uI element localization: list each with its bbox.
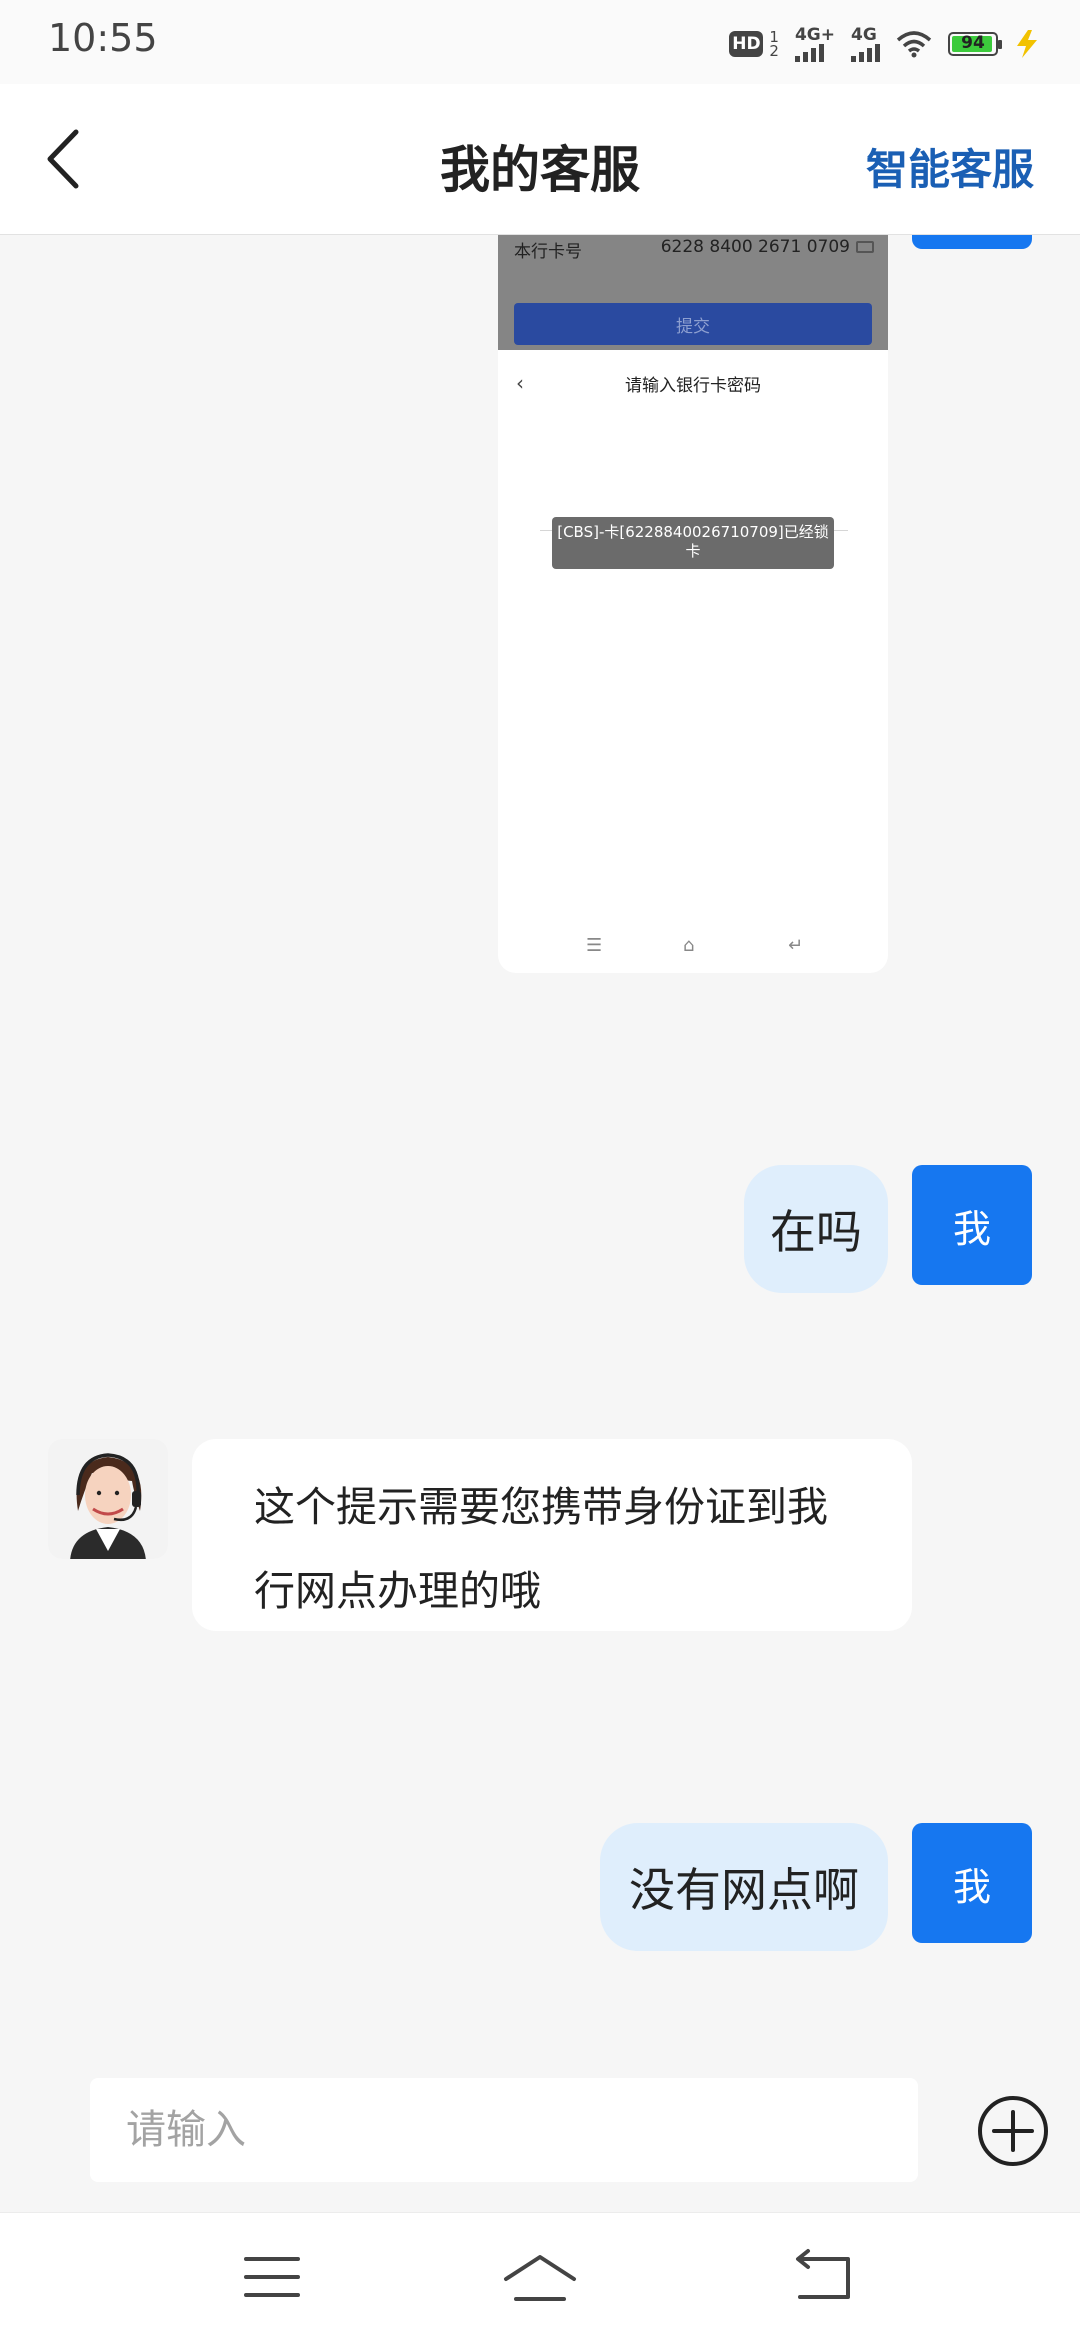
screenshot-page-title: 请输入银行卡密码	[625, 376, 761, 396]
screenshot-card-value: 6228 8400 2671 0709	[660, 237, 850, 257]
screenshot-submit-button: 提交	[514, 303, 872, 345]
battery-level: 94	[961, 33, 985, 53]
my-message-bubble[interactable]: 在吗	[744, 1165, 888, 1293]
sim-number-2: 2	[769, 42, 779, 60]
home-icon[interactable]	[490, 2245, 590, 2309]
screenshot-menu-icon: ☰	[586, 935, 603, 956]
charging-icon	[1017, 30, 1037, 58]
sent-screenshot-image[interactable]: 本行卡号 6228 8400 2671 0709 提交 ‹ 请输入银行卡密码 […	[498, 235, 888, 973]
my-avatar[interactable]: 我	[912, 1823, 1032, 1943]
menu-icon[interactable]	[222, 2245, 322, 2309]
screenshot-home-icon: ⌂	[683, 935, 695, 956]
screenshot-nav-bar: ☰ ⌂ ↵	[498, 935, 888, 959]
network-type-1: 4G+	[794, 24, 835, 45]
battery-icon: 94	[948, 32, 1002, 56]
add-plus-icon[interactable]	[976, 2094, 1050, 2168]
my-avatar[interactable]: 我	[912, 1165, 1032, 1285]
hd-icon: HD	[729, 31, 764, 57]
agent-photo-icon	[48, 1439, 168, 1559]
agent-avatar[interactable]	[48, 1439, 168, 1559]
app-header: 我的客服 智能客服	[0, 84, 1080, 235]
network-type-2: 4G	[851, 24, 877, 45]
screenshot-card-label: 本行卡号	[514, 242, 582, 262]
status-time: 10:55	[48, 16, 158, 60]
back-nav-icon[interactable]	[774, 2245, 874, 2309]
wifi-icon	[896, 31, 932, 58]
screenshot-toast: [CBS]-卡[6228840026710709]已经锁卡	[552, 517, 834, 569]
smart-service-button[interactable]: 智能客服	[866, 136, 1034, 197]
signal-4gplus-icon: 4G+	[794, 24, 835, 62]
keyboard-icon	[856, 241, 874, 253]
my-message-bubble[interactable]: 没有网点啊	[600, 1823, 888, 1951]
message-input-container	[90, 2078, 918, 2182]
message-input[interactable]	[90, 2078, 918, 2182]
status-icons: HD 1 2 4G+ 4G 94	[729, 22, 1040, 66]
signal-4g-icon: 4G	[851, 24, 880, 62]
status-bar: 10:55 HD 1 2 4G+ 4G 94	[0, 0, 1080, 84]
screenshot-back-nav-icon: ↵	[788, 935, 804, 956]
my-avatar-partial	[912, 235, 1032, 249]
screenshot-dimmed-form: 本行卡号 6228 8400 2671 0709 提交	[498, 235, 888, 350]
agent-message-bubble[interactable]: 这个提示需要您携带身份证到我行网点办理的哦	[192, 1439, 912, 1631]
chat-area[interactable]: 本行卡号 6228 8400 2671 0709 提交 ‹ 请输入银行卡密码 […	[0, 235, 1080, 2075]
system-navigation-bar	[0, 2212, 1080, 2341]
sim-slot-numbers: 1 2	[769, 30, 779, 60]
